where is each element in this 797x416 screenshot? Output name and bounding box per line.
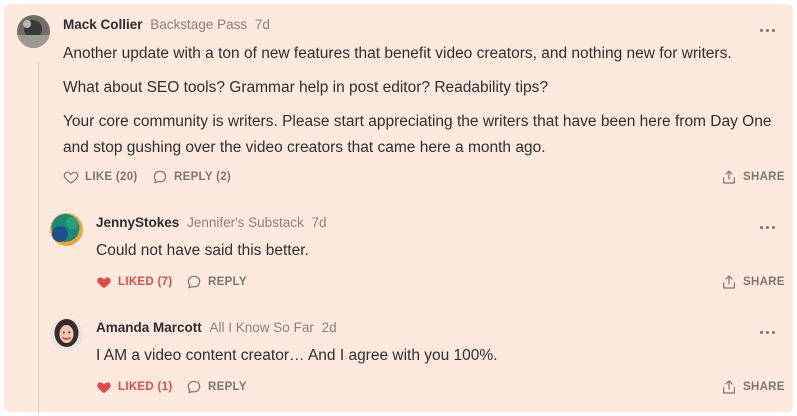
author-name[interactable]: JennyStokes [96,215,179,230]
share-label: SHARE [743,171,785,183]
comment-body-line: What about SEO tools? Grammar help in po… [63,79,549,96]
share-icon [723,380,735,394]
share-button[interactable]: SHARE [721,377,785,397]
timestamp[interactable]: 7d [311,215,326,230]
share-icon [723,275,735,289]
publication-name[interactable]: Backstage Pass [150,17,247,32]
reply-button[interactable]: REPLY (2) [152,167,232,187]
comment-body-line: Another update with a ton of new feature… [63,45,732,62]
more-options-icon[interactable] [759,23,777,37]
heart-filled-icon [97,382,111,393]
publication-name[interactable]: All I Know So Far [210,320,314,335]
comment-bubble-icon [187,380,201,394]
reply-button[interactable]: REPLY [186,272,256,292]
like-label: LIKED (1) [118,381,173,393]
share-label: SHARE [743,381,785,393]
more-options-icon[interactable] [759,220,777,234]
comment-body-line: and stop gushing over the video creators… [63,139,546,156]
avatar[interactable] [17,15,50,48]
timestamp[interactable]: 2d [322,320,337,335]
reply-label: REPLY [208,381,247,393]
share-button[interactable]: SHARE [721,167,785,187]
comment-header: JennyStokes Jennifer's Substack 7d [96,213,327,233]
comment-header: Mack Collier Backstage Pass 7d [63,15,270,35]
publication-name[interactable]: Jennifer's Substack [187,215,304,230]
like-label: LIKED (7) [118,276,173,288]
liked-button[interactable]: LIKED (1) [96,377,176,397]
comment-body-line: Could not have said this better. [96,242,309,259]
reply-label: REPLY (2) [174,171,232,183]
comment-bubble-icon [187,275,201,289]
liked-button[interactable]: LIKED (7) [96,272,176,292]
author-name[interactable]: Amanda Marcott [96,320,202,335]
avatar[interactable] [50,318,83,351]
comment-header: Amanda Marcott All I Know So Far 2d [96,318,337,338]
reply-label: REPLY [208,276,247,288]
share-label: SHARE [743,276,785,288]
reply-button[interactable]: REPLY [186,377,256,397]
comment-thread: Mack Collier Backstage Pass 7d Another u… [4,4,793,414]
heart-filled-icon [97,277,111,288]
share-icon [723,170,735,184]
comment-body-line: I AM a video content creator… And I agre… [96,347,498,364]
like-label: LIKE (20) [85,171,138,183]
author-name[interactable]: Mack Collier [63,17,143,32]
thread-line [38,62,39,414]
heart-outline-icon [63,171,79,184]
share-button[interactable]: SHARE [721,272,785,292]
avatar[interactable] [50,213,83,246]
like-button[interactable]: LIKE (20) [63,167,143,187]
more-options-icon[interactable] [759,325,777,339]
timestamp[interactable]: 7d [255,17,270,32]
comment-bubble-icon [153,170,167,184]
comment-body-line: Your core community is writers. Please s… [63,113,772,130]
